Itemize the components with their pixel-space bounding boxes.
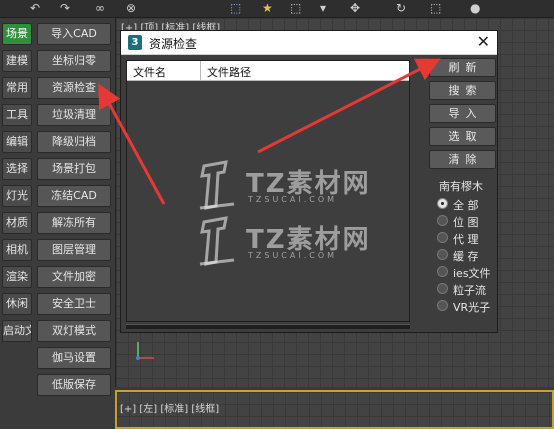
- select-icon[interactable]: ⬚: [230, 1, 241, 15]
- dialog-titlebar[interactable]: 3 资源检查 ✕: [121, 31, 497, 55]
- rotate-icon[interactable]: ↻: [396, 1, 406, 15]
- layer-manager-button[interactable]: 图层管理: [37, 239, 111, 261]
- link-icon[interactable]: ∞: [95, 1, 105, 15]
- column-filename[interactable]: 文件名: [133, 64, 166, 80]
- dropdown-icon[interactable]: ▾: [320, 1, 326, 15]
- axis-gizmo-icon: [136, 342, 154, 360]
- resource-check-button[interactable]: 资源检查: [37, 77, 111, 99]
- filter-label: 粒子流: [453, 284, 486, 297]
- freeze-cad-button[interactable]: 冻结CAD: [37, 185, 111, 207]
- radio-selected-icon[interactable]: [437, 198, 448, 209]
- watermark-logo-icon: [199, 216, 235, 266]
- command-panel: 场景 建模 常用 工具 编辑 选择 灯光 材质 相机 渲染 休闲 启动文 导入C…: [0, 18, 115, 429]
- radio-icon[interactable]: [437, 215, 448, 226]
- downgrade-archive-button[interactable]: 降级归档: [37, 131, 111, 153]
- star-icon[interactable]: ★: [262, 1, 273, 15]
- scale-icon[interactable]: ⬚: [430, 1, 441, 15]
- circle-icon[interactable]: ●: [470, 1, 480, 15]
- security-guard-button[interactable]: 安全卫士: [37, 293, 111, 315]
- column-filepath[interactable]: 文件路径: [207, 64, 251, 80]
- link2-icon[interactable]: ⊗: [126, 1, 136, 15]
- filter-label: 全 部: [453, 199, 479, 212]
- filter-label: ies文件: [453, 267, 491, 280]
- filter-label: 缓 存: [453, 250, 479, 263]
- redo-icon[interactable]: ↷: [60, 1, 70, 15]
- category-scene[interactable]: 场景: [2, 23, 32, 45]
- refresh-button[interactable]: 刷新: [429, 58, 496, 77]
- undo-icon[interactable]: ↶: [30, 1, 40, 15]
- category-select[interactable]: 选择: [2, 158, 32, 180]
- garbage-clean-button[interactable]: 垃圾清理: [37, 104, 111, 126]
- category-leisure[interactable]: 休闲: [2, 293, 32, 315]
- viewport-left[interactable]: [+] [左] [标准] [线框]: [115, 390, 554, 429]
- filter-label: VR光子: [453, 301, 491, 314]
- column-divider[interactable]: [200, 61, 201, 81]
- top-toolbar: ↶ ↷ ∞ ⊗ ⬚ ★ ⬚ ▾ ✥ ↻ ⬚ ●: [0, 0, 554, 18]
- clear-button[interactable]: 清除: [429, 150, 496, 169]
- category-modeling[interactable]: 建模: [2, 50, 32, 72]
- filter-label: 代 理: [453, 233, 479, 246]
- scene-pack-button[interactable]: 场景打包: [37, 158, 111, 180]
- reset-coords-button[interactable]: 坐标归零: [37, 50, 111, 72]
- viewport-left-label[interactable]: [+] [左] [标准] [线框]: [120, 400, 219, 415]
- search-button[interactable]: 搜索: [429, 81, 496, 100]
- filter-label: 位 图: [453, 216, 479, 229]
- radio-icon[interactable]: [437, 249, 448, 260]
- category-edit[interactable]: 编辑: [2, 131, 32, 153]
- category-camera[interactable]: 相机: [2, 239, 32, 261]
- pick-button[interactable]: 选取: [429, 127, 496, 146]
- category-lights[interactable]: 灯光: [2, 185, 32, 207]
- dual-light-button[interactable]: 双灯模式: [37, 320, 111, 342]
- list-header: 文件名 文件路径: [127, 61, 409, 81]
- dialog-title: 资源检查: [149, 37, 198, 51]
- category-materials[interactable]: 材质: [2, 212, 32, 234]
- radio-icon[interactable]: [437, 300, 448, 311]
- category-common[interactable]: 常用: [2, 77, 32, 99]
- region-icon[interactable]: ⬚: [290, 1, 301, 15]
- app-icon: 3: [128, 35, 142, 50]
- unfreeze-all-button[interactable]: 解冻所有: [37, 212, 111, 234]
- import-cad-button[interactable]: 导入CAD: [37, 23, 111, 45]
- radio-icon[interactable]: [437, 283, 448, 294]
- category-tools[interactable]: 工具: [2, 104, 32, 126]
- close-icon[interactable]: ✕: [477, 32, 490, 52]
- watermark-logo-icon: [199, 160, 235, 210]
- file-encrypt-button[interactable]: 文件加密: [37, 266, 111, 288]
- horizontal-scrollbar[interactable]: [126, 324, 410, 329]
- filter-group-title: 南有樛木: [439, 180, 483, 193]
- category-startup[interactable]: 启动文: [2, 320, 32, 342]
- watermark-domain: TZSUCAI.COM: [248, 195, 338, 204]
- save-low-version-button[interactable]: 低版保存: [37, 374, 111, 396]
- radio-icon[interactable]: [437, 266, 448, 277]
- gamma-settings-button[interactable]: 伽马设置: [37, 347, 111, 369]
- snap-icon[interactable]: ✥: [350, 1, 360, 15]
- radio-icon[interactable]: [437, 232, 448, 243]
- import-button[interactable]: 导入: [429, 104, 496, 123]
- watermark-domain: TZSUCAI.COM: [248, 251, 338, 260]
- category-render[interactable]: 渲染: [2, 266, 32, 288]
